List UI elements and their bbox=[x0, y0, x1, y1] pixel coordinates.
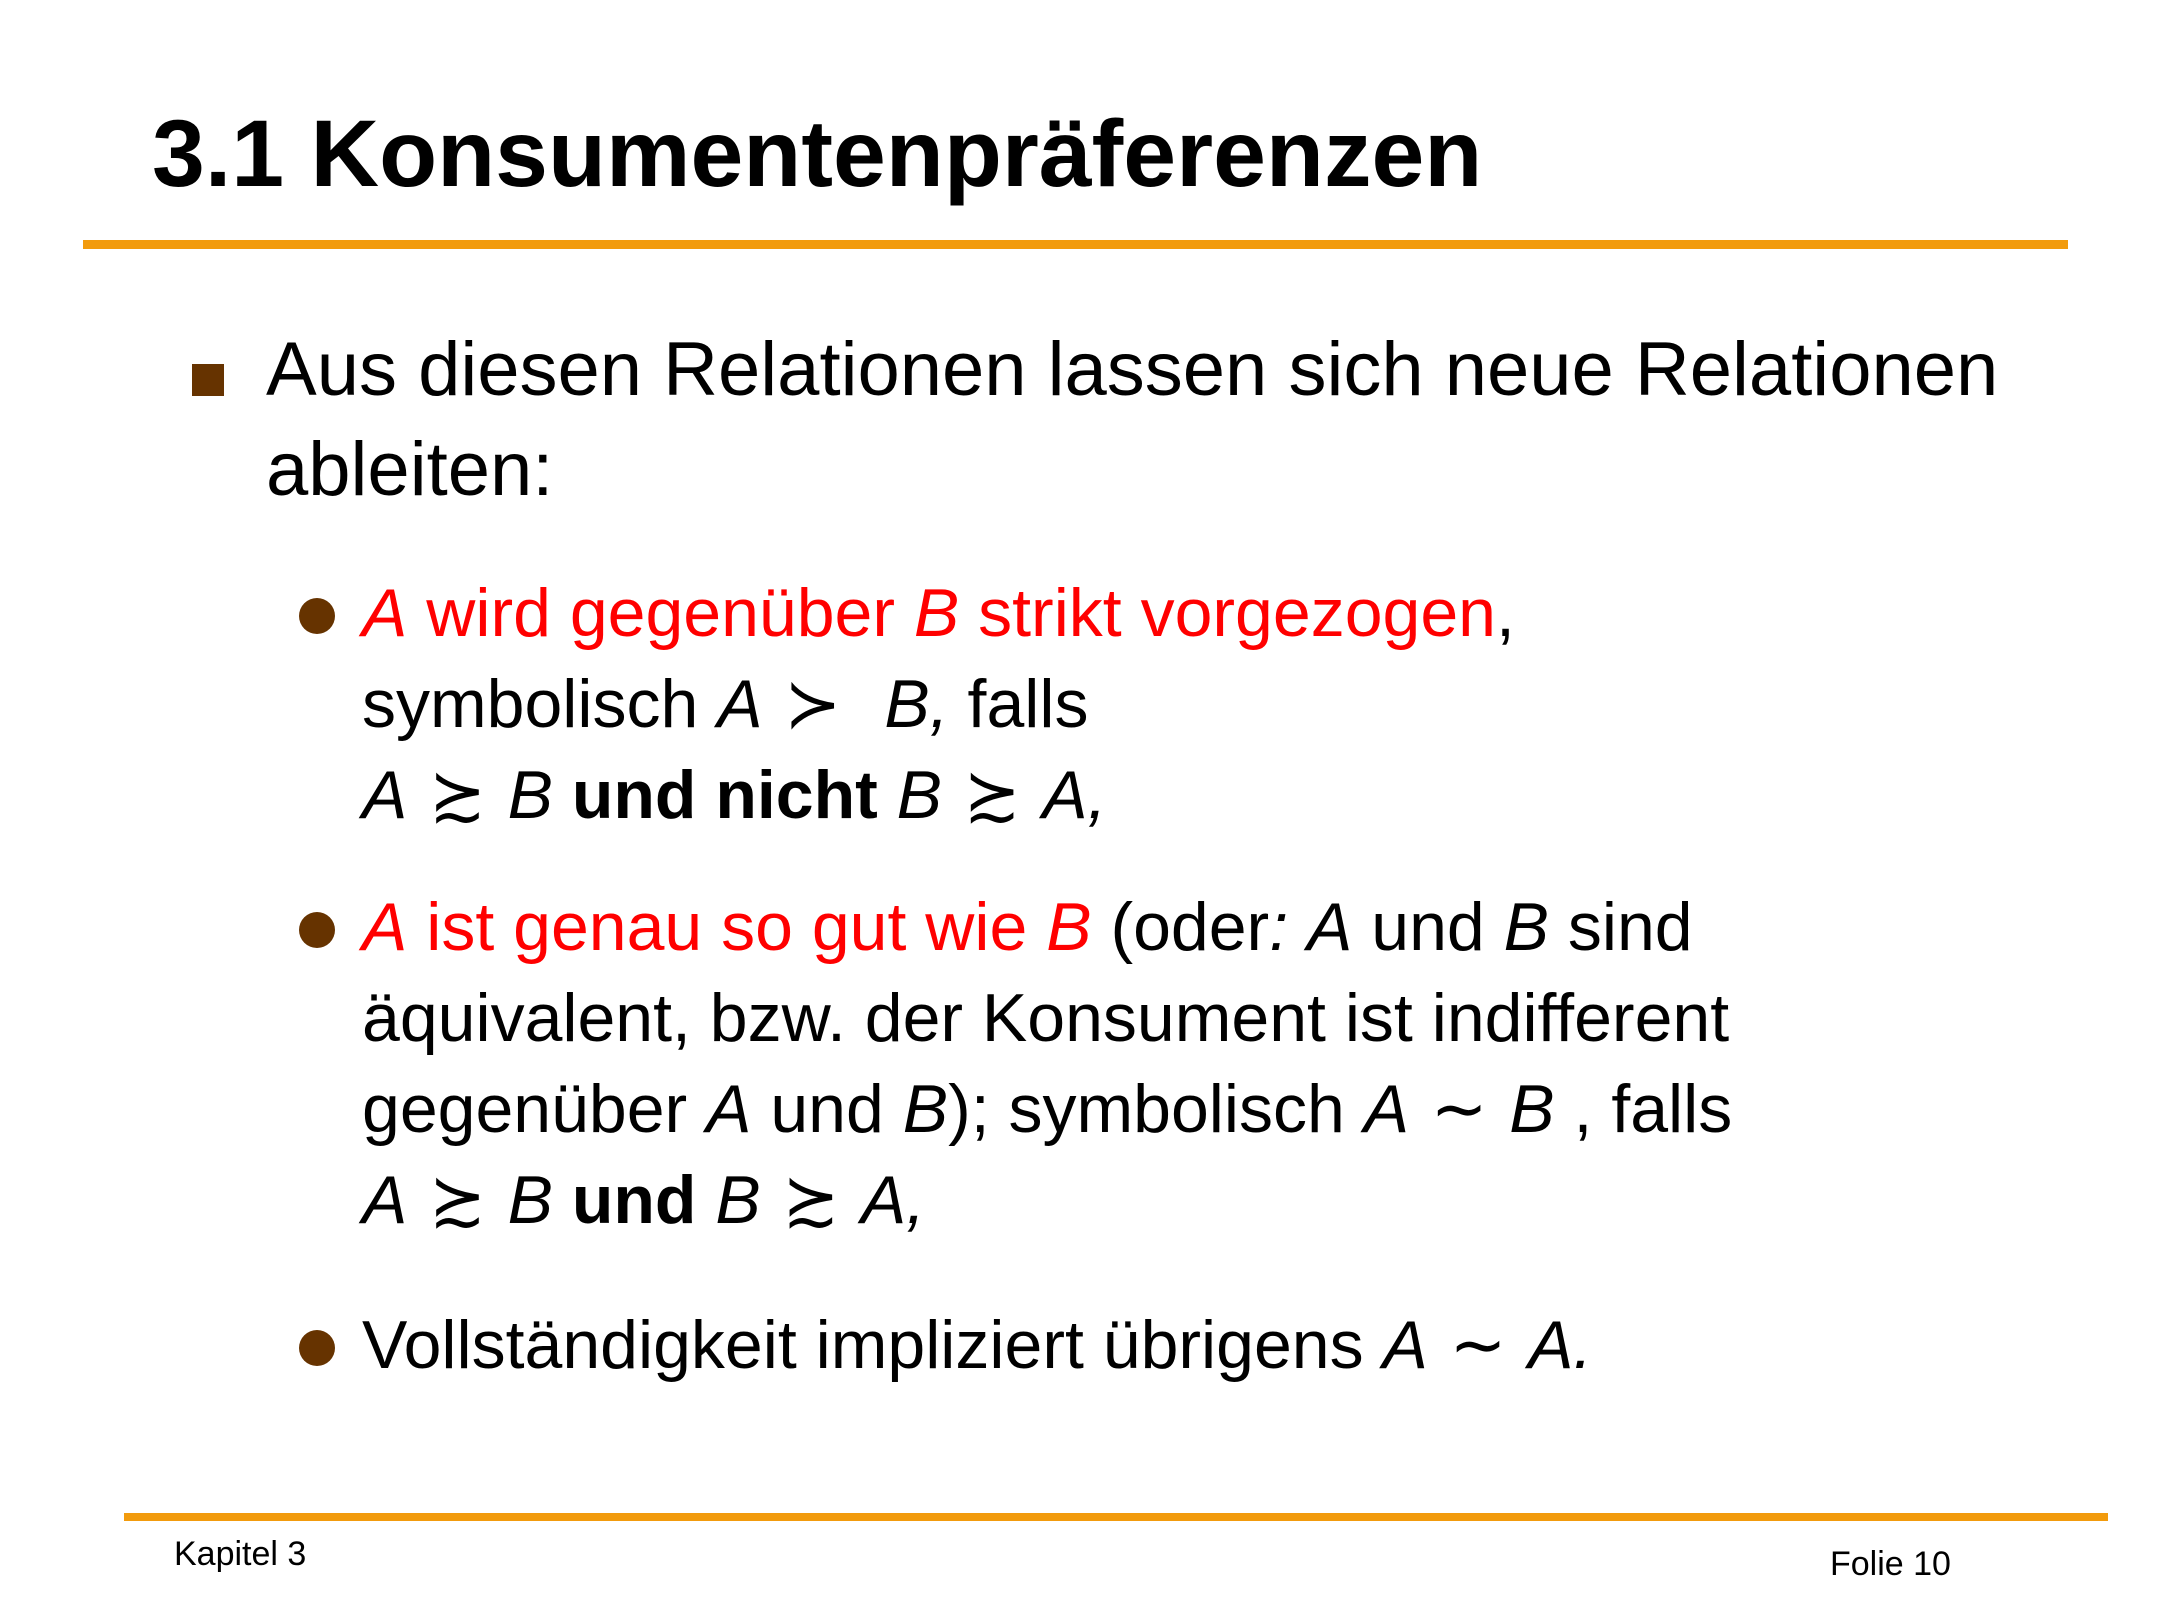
list-item-indifference: A ist genau so gut wie B (oder: A und B … bbox=[362, 882, 2082, 1246]
variable-b: B bbox=[1509, 1071, 1555, 1147]
variable-a: A bbox=[362, 575, 408, 651]
variable-b: B bbox=[507, 757, 553, 833]
round-bullet-icon bbox=[299, 598, 335, 634]
round-bullet-icon bbox=[299, 1330, 335, 1366]
slide-title: 3.1 Konsumentenpräferenzen bbox=[152, 101, 1483, 207]
headline-text: strikt vorgezogen bbox=[959, 575, 1496, 651]
variable-b: B bbox=[1046, 889, 1092, 965]
variable-a: A. bbox=[1528, 1307, 1593, 1383]
body-text: und bbox=[1352, 889, 1504, 965]
title-divider bbox=[83, 240, 2068, 249]
headline-text: ist genau so gut wie bbox=[407, 889, 1047, 965]
variable-b: B bbox=[715, 1162, 761, 1238]
round-bullet-icon bbox=[299, 912, 335, 948]
spacer-text bbox=[1288, 889, 1307, 965]
variable-b: B, bbox=[884, 666, 949, 742]
punctuation: , bbox=[1495, 575, 1515, 651]
variable-b: B bbox=[902, 1071, 949, 1147]
variable-a: A bbox=[362, 757, 408, 833]
variable-a: A bbox=[362, 889, 408, 965]
body-text: sind bbox=[1548, 889, 1693, 965]
body-text: äquivalent, bzw. der Konsument ist indif… bbox=[362, 980, 1730, 1056]
variable-a: A, bbox=[1042, 757, 1107, 833]
bold-connector: und bbox=[552, 1162, 716, 1238]
variable-a: A bbox=[706, 1071, 752, 1147]
main-point-text: Aus diesen Relationen lassen sich neue R… bbox=[266, 327, 1999, 512]
variable-a: A bbox=[362, 1162, 408, 1238]
list-item-strict-preference: A wird gegenüber B strikt vorgezogen, sym… bbox=[362, 568, 2082, 841]
variable-a: A, bbox=[860, 1162, 926, 1238]
chapter-label: Kapitel 3 bbox=[174, 1535, 307, 1573]
indifference-symbol: ∼ bbox=[1427, 1306, 1529, 1385]
weak-preference-symbol: ≿ bbox=[942, 756, 1043, 835]
headline-text: wird gegenüber bbox=[407, 575, 914, 651]
variable-b: B bbox=[896, 757, 943, 833]
body-text: (oder bbox=[1091, 889, 1270, 965]
variable-a: A bbox=[717, 666, 763, 742]
weak-preference-symbol: ≿ bbox=[407, 1161, 508, 1240]
strict-preference-symbol: ≻ bbox=[762, 665, 885, 744]
body-text: symbolisch bbox=[362, 666, 718, 742]
footer-divider bbox=[124, 1513, 2108, 1521]
weak-preference-symbol: ≿ bbox=[760, 1161, 861, 1240]
indifference-symbol: ∼ bbox=[1409, 1070, 1510, 1149]
bold-connector: und nicht bbox=[552, 757, 897, 833]
body-text: und bbox=[751, 1071, 903, 1147]
square-bullet-icon bbox=[192, 364, 224, 396]
punctuation: : bbox=[1269, 889, 1289, 965]
variable-a: A bbox=[1382, 1307, 1428, 1383]
variable-a: A bbox=[1363, 1071, 1410, 1147]
weak-preference-symbol: ≿ bbox=[407, 756, 508, 835]
body-text: , falls bbox=[1554, 1071, 1733, 1147]
variable-b: B bbox=[913, 575, 960, 651]
body-text: ); symbolisch bbox=[948, 1071, 1364, 1147]
slide-number: Folie 10 bbox=[1830, 1545, 1951, 1583]
body-text: gegenüber bbox=[362, 1071, 707, 1147]
body-text: Vollständigkeit impliziert übrigens bbox=[362, 1307, 1383, 1383]
variable-b: B bbox=[507, 1162, 553, 1238]
variable-b: B bbox=[1503, 889, 1549, 965]
variable-a: A bbox=[1307, 889, 1353, 965]
list-item-completeness: Vollständigkeit impliziert übrigens A ∼ … bbox=[362, 1300, 2082, 1391]
body-text: falls bbox=[948, 666, 1089, 742]
